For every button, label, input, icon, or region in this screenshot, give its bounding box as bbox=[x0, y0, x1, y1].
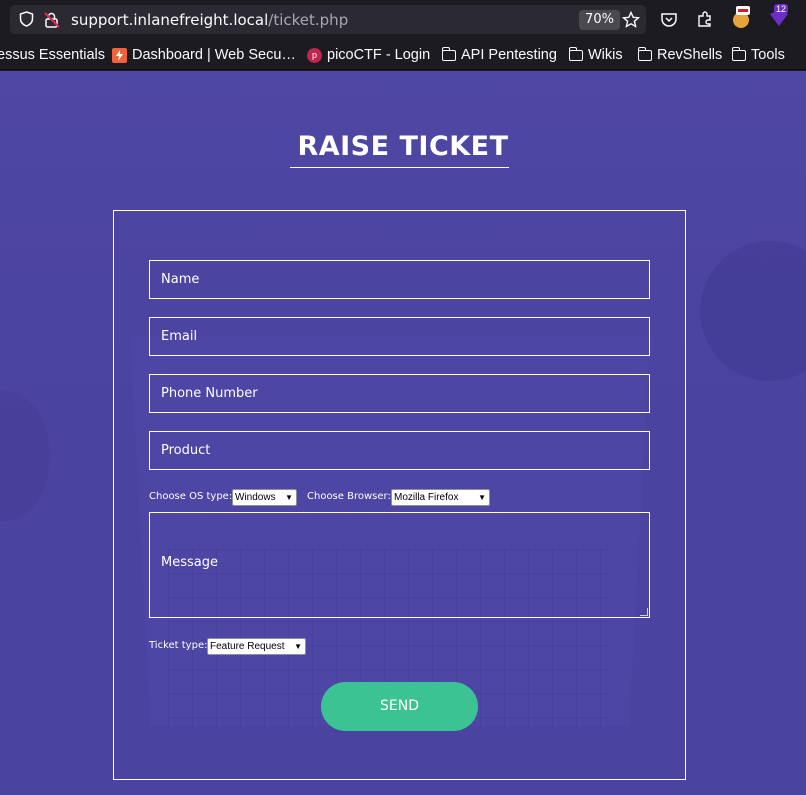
phone-input[interactable]: Phone Number bbox=[149, 374, 650, 413]
folder-icon bbox=[568, 46, 583, 61]
bookmark-dashboard[interactable]: Dashboard | Web Secu… bbox=[112, 45, 296, 65]
title-underline bbox=[290, 167, 509, 168]
extensions-icon[interactable] bbox=[695, 9, 715, 29]
chevron-down-icon: ▼ bbox=[285, 493, 293, 502]
browser-label: Choose Browser: bbox=[307, 491, 391, 502]
bookmark-folder-revshells[interactable]: RevShells bbox=[637, 45, 722, 65]
name-input[interactable]: Name bbox=[149, 260, 650, 299]
extension-foxy-icon[interactable] bbox=[731, 6, 753, 30]
message-textarea[interactable]: Message bbox=[149, 512, 650, 618]
page-content: RAISE TICKET Name Email Phone Number Pro… bbox=[0, 71, 806, 795]
picoctf-icon: p bbox=[307, 47, 322, 63]
chevron-down-icon: ▼ bbox=[294, 642, 302, 651]
os-type-label: Choose OS type: bbox=[149, 491, 233, 502]
zoom-level-badge[interactable]: 70% bbox=[579, 10, 620, 30]
bookmark-picoctf[interactable]: p picoCTF - Login bbox=[307, 45, 430, 65]
extension-badge: 12 bbox=[774, 4, 789, 14]
lightning-icon bbox=[112, 47, 127, 63]
background-decor bbox=[700, 241, 806, 381]
send-button[interactable]: SEND bbox=[321, 682, 478, 731]
resize-handle-icon[interactable] bbox=[640, 608, 648, 616]
bookmark-folder-wikis[interactable]: Wikis bbox=[568, 45, 623, 65]
background-decor bbox=[0, 391, 50, 521]
ticket-type-label: Ticket type: bbox=[149, 640, 208, 651]
bookmark-nessus[interactable]: essus Essentials bbox=[0, 45, 105, 65]
url-text: support.inlanefreight.local/ticket.php bbox=[71, 11, 349, 29]
email-input[interactable]: Email bbox=[149, 317, 650, 356]
folder-icon bbox=[637, 46, 652, 61]
page-title: RAISE TICKET bbox=[297, 131, 509, 162]
chevron-down-icon: ▼ bbox=[478, 493, 486, 502]
product-input[interactable]: Product bbox=[149, 431, 650, 470]
browser-toolbar: support.inlanefreight.local/ticket.php 7… bbox=[0, 0, 806, 40]
folder-icon bbox=[731, 46, 746, 61]
address-bar[interactable]: support.inlanefreight.local/ticket.php 7… bbox=[10, 5, 646, 34]
bookmarks-toolbar: essus Essentials Dashboard | Web Secu… p… bbox=[0, 40, 806, 70]
bookmark-folder-api-pentesting[interactable]: API Pentesting bbox=[441, 45, 557, 65]
shield-icon[interactable] bbox=[18, 11, 34, 27]
pocket-icon[interactable] bbox=[659, 10, 679, 30]
folder-icon bbox=[441, 46, 456, 61]
bookmark-folder-tools[interactable]: Tools bbox=[731, 45, 785, 65]
os-type-select[interactable]: Windows ▼ bbox=[232, 489, 297, 506]
browser-select[interactable]: Mozilla Firefox ▼ bbox=[391, 489, 490, 506]
insecure-lock-icon[interactable] bbox=[43, 11, 61, 29]
bookmark-star-icon[interactable] bbox=[621, 10, 641, 30]
ticket-type-select[interactable]: Feature Request ▼ bbox=[207, 638, 306, 655]
